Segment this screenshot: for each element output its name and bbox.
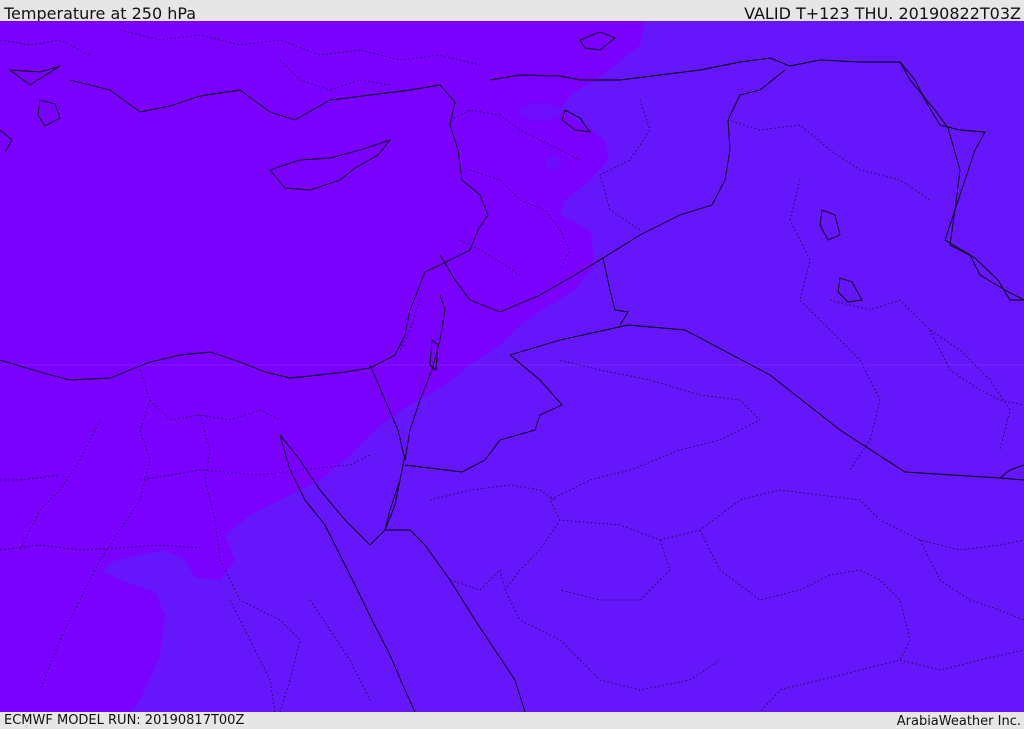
cool-pocket-syria	[545, 156, 561, 170]
credit-label: ArabiaWeather Inc.	[896, 714, 1021, 729]
temperature-map	[0, 21, 1024, 712]
footer-bar: ECMWF MODEL RUN: 20190817T00Z ArabiaWeat…	[0, 712, 1024, 729]
forecast-map-page: Temperature at 250 hPa VALID T+123 THU. …	[0, 0, 1024, 729]
cool-pocket-aegean	[518, 103, 562, 121]
header-bar: Temperature at 250 hPa VALID T+123 THU. …	[0, 0, 1024, 23]
model-run-label: ECMWF MODEL RUN: 20190817T00Z	[4, 713, 245, 728]
